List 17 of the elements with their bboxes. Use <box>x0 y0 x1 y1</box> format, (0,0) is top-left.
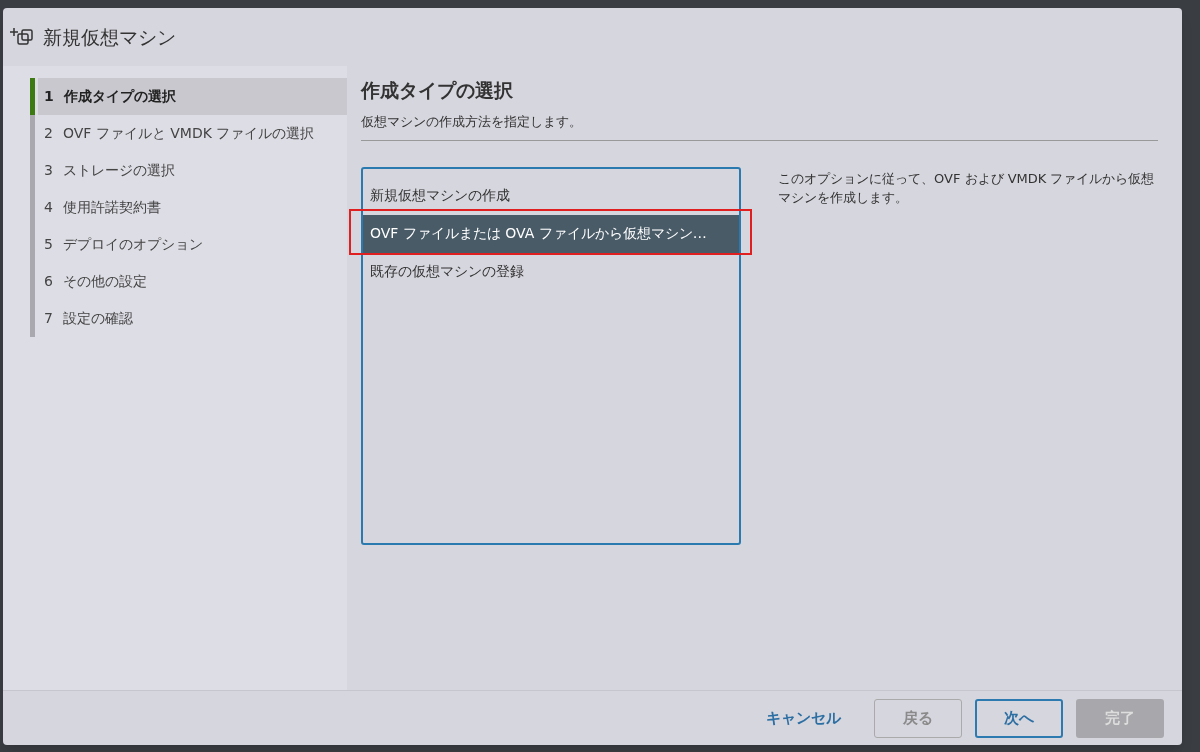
wizard-step[interactable]: 6 その他の設定 <box>38 263 347 300</box>
creation-type-option[interactable]: 既存の仮想マシンの登録 <box>363 252 739 291</box>
new-vm-icon <box>9 26 35 48</box>
creation-type-option[interactable]: OVF ファイルまたは OVA ファイルから仮想マシン… <box>363 214 739 253</box>
wizard-step[interactable]: 7 設定の確認 <box>38 300 347 337</box>
wizard-step[interactable]: 4 使用許諾契約書 <box>38 189 347 226</box>
wizard-step[interactable]: 1 作成タイプの選択 <box>38 78 347 115</box>
page-subtitle: 仮想マシンの作成方法を指定します。 <box>361 112 1158 141</box>
page-heading: 作成タイプの選択 <box>361 78 514 103</box>
next-button[interactable]: 次へ <box>975 698 1063 738</box>
window-title: 新規仮想マシン <box>43 24 176 50</box>
wizard-step[interactable]: 2 OVF ファイルと VMDK ファイルの選択 <box>38 115 347 152</box>
creation-type-option[interactable]: 新規仮想マシンの作成 <box>363 176 739 215</box>
wizard-step[interactable]: 5 デプロイのオプション <box>38 226 347 263</box>
cancel-button[interactable]: キャンセル <box>752 698 855 738</box>
wizard-step[interactable]: 3 ストレージの選択 <box>38 152 347 189</box>
description-text: このオプションに従って、OVF および VMDK ファイルから仮想マシンを作成します。 <box>778 169 1156 207</box>
